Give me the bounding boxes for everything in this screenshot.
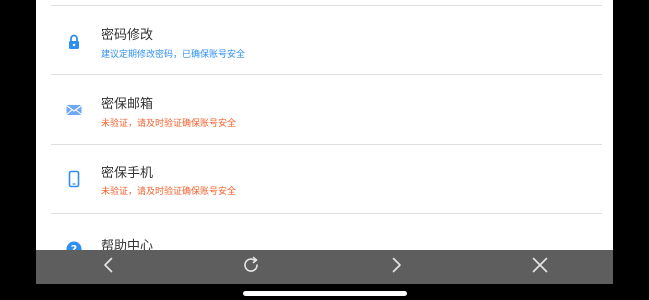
settings-item-subtitle: 未验证，请及时验证确保账号安全 — [101, 119, 237, 129]
settings-item-phone[interactable]: 密保手机 未验证，请及时验证确保账号安全 — [36, 145, 613, 213]
forward-button[interactable] — [384, 255, 408, 279]
close-icon — [531, 256, 549, 278]
forward-icon — [387, 256, 405, 278]
back-icon — [100, 256, 118, 278]
svg-text:?: ? — [71, 243, 77, 250]
home-indicator[interactable] — [243, 291, 407, 296]
back-button[interactable] — [97, 255, 121, 279]
lock-icon — [65, 33, 83, 51]
help-icon: ? — [65, 240, 83, 250]
mail-icon — [65, 101, 83, 119]
settings-item-subtitle: 未验证，请及时验证确保账号安全 — [101, 187, 237, 197]
settings-item-password[interactable]: 密码修改 建议定期修改密码，已确保账号安全 — [36, 6, 613, 74]
settings-item-title: 密码修改 — [101, 28, 154, 43]
refresh-button[interactable] — [239, 255, 263, 279]
settings-item-title: 密保邮箱 — [101, 97, 154, 112]
browser-toolbar — [36, 250, 613, 284]
screen: 密码修改 建议定期修改密码，已确保账号安全 密保邮箱 未验证，请及时验证确保账号… — [0, 0, 649, 300]
refresh-icon — [241, 255, 261, 279]
settings-item-title: 密保手机 — [101, 166, 154, 181]
close-button[interactable] — [528, 255, 552, 279]
settings-item-help[interactable]: ? 帮助中心 — [36, 214, 613, 250]
settings-list: 密码修改 建议定期修改密码，已确保账号安全 密保邮箱 未验证，请及时验证确保账号… — [36, 0, 613, 250]
settings-item-title: 帮助中心 — [101, 239, 154, 250]
settings-item-email[interactable]: 密保邮箱 未验证，请及时验证确保账号安全 — [36, 75, 613, 143]
settings-item-subtitle: 建议定期修改密码，已确保账号安全 — [101, 50, 246, 60]
phone-icon — [65, 170, 83, 188]
